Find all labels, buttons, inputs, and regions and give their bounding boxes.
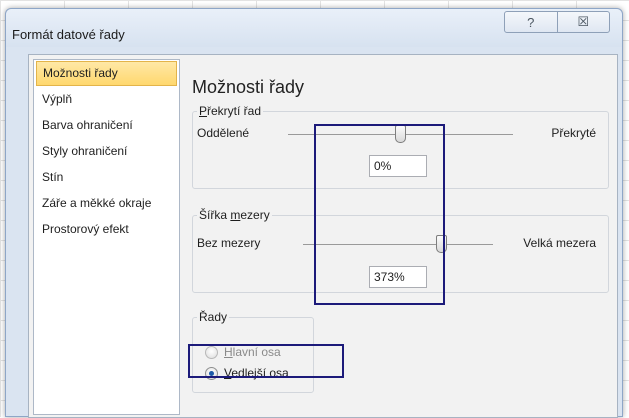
nav-item-border-color[interactable]: Barva ohraničení bbox=[36, 113, 177, 138]
gap-width-label: Šířka mezery bbox=[197, 208, 272, 222]
series-group-label: Řady bbox=[197, 310, 230, 324]
series-options-panel: Možnosti řady Překrytí řad Oddělené Přek… bbox=[186, 59, 615, 415]
dialog-title: Formát datové řady bbox=[12, 27, 125, 42]
nav-item-shadow[interactable]: Stín bbox=[36, 165, 177, 190]
secondary-axis-option[interactable]: Vedlejší osa bbox=[205, 364, 289, 382]
help-button[interactable]: ? bbox=[505, 12, 557, 32]
gap-slider-thumb[interactable] bbox=[436, 235, 447, 253]
gap-width-group: Šířka mezery Bez mezery Velká mezera 373… bbox=[192, 208, 609, 293]
primary-axis-option[interactable]: Hlavní osa bbox=[205, 343, 281, 361]
close-icon: ☒ bbox=[577, 14, 590, 29]
panel-heading: Možnosti řady bbox=[192, 77, 305, 97]
gap-left-label: Bez mezery bbox=[197, 236, 261, 250]
gap-value-input[interactable]: 373% bbox=[369, 266, 427, 288]
dialog-client-area: Možnosti řady Výplň Barva ohraničení Sty… bbox=[28, 54, 618, 418]
format-data-series-dialog: Formát datové řady ? ☒ Možnosti řady Výp… bbox=[5, 8, 623, 418]
overlap-right-label: Překryté bbox=[551, 126, 596, 140]
overlap-value-input[interactable]: 0% bbox=[369, 155, 427, 177]
nav-item-fill[interactable]: Výplň bbox=[36, 87, 177, 112]
series-overlap-label: Překrytí řad bbox=[197, 104, 264, 118]
window-buttons: ? ☒ bbox=[504, 11, 610, 33]
title-bar[interactable]: Formát datové řady ? ☒ bbox=[6, 9, 622, 47]
plot-series-on-group: Řady Hlavní osa Vedlejší osa bbox=[192, 310, 314, 393]
nav-item-3d-format[interactable]: Prostorový efekt bbox=[36, 217, 177, 242]
help-icon: ? bbox=[527, 14, 535, 30]
nav-item-series-options[interactable]: Možnosti řady bbox=[36, 61, 177, 86]
category-list: Možnosti řady Výplň Barva ohraničení Sty… bbox=[33, 59, 180, 415]
secondary-axis-radio[interactable] bbox=[205, 366, 218, 380]
close-button[interactable]: ☒ bbox=[556, 12, 610, 32]
nav-item-border-styles[interactable]: Styly ohraničení bbox=[36, 139, 177, 164]
gap-width-slider-row: Bez mezery Velká mezera bbox=[193, 235, 608, 256]
overlap-slider-thumb[interactable] bbox=[395, 125, 406, 143]
gap-slider-track[interactable] bbox=[303, 244, 493, 245]
series-overlap-slider-row: Oddělené Překryté bbox=[193, 125, 608, 146]
gap-right-label: Velká mezera bbox=[523, 236, 596, 250]
overlap-left-label: Oddělené bbox=[197, 126, 250, 140]
nav-item-glow-soft-edges[interactable]: Záře a měkké okraje bbox=[36, 191, 177, 216]
secondary-axis-label: Vedlejší osa bbox=[224, 366, 289, 380]
primary-axis-label: Hlavní osa bbox=[224, 345, 281, 359]
series-overlap-group: Překrytí řad Oddělené Překryté 0% bbox=[192, 104, 609, 189]
primary-axis-radio[interactable] bbox=[205, 345, 218, 359]
